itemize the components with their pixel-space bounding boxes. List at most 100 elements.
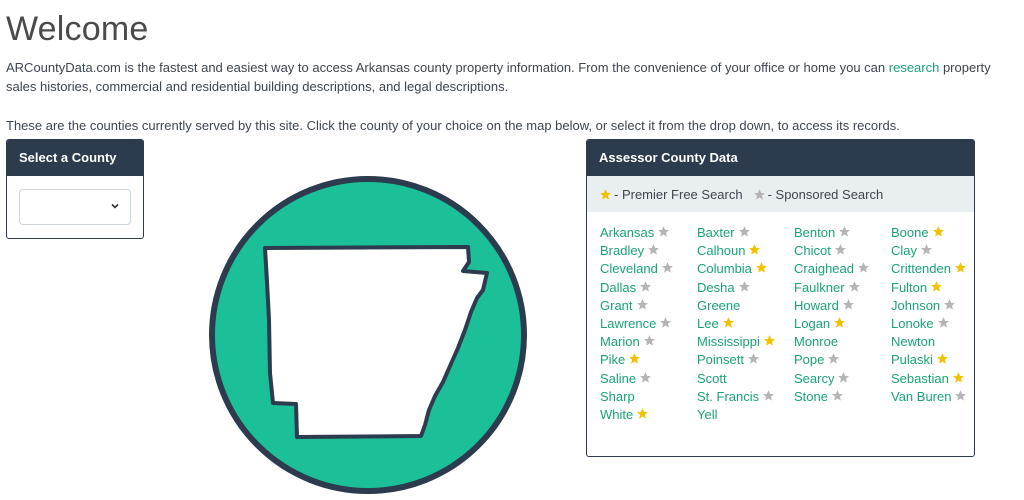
gray-star-icon [828,353,840,364]
county-link[interactable]: Searcy [794,370,891,388]
page-title: Welcome [6,10,149,48]
county-link[interactable]: Greene [697,297,794,315]
county-link[interactable]: Clay [891,242,970,260]
gray-star-icon [832,389,843,401]
instruction-text: These are the counties currently served … [6,118,900,133]
county-link[interactable]: Newton [891,333,970,351]
county-name: Cleveland [600,261,658,277]
county-link[interactable]: Sebastian [891,370,970,388]
county-link[interactable]: Pulaski [891,351,970,369]
county-link[interactable]: Howard [794,297,891,315]
county-link[interactable]: Pike [600,351,697,369]
county-link[interactable]: Sharp [600,388,697,406]
county-name: Columbia [697,261,752,277]
county-name: Boone [891,225,929,240]
county-name: Johnson [891,297,941,313]
county-name: Yell [697,406,718,422]
county-name: Crittenden [891,261,951,277]
county-link[interactable]: Chicot [794,242,891,260]
county-link[interactable]: Faulkner [794,279,891,297]
county-name: Sebastian [891,370,949,386]
county-link[interactable]: Logan [794,315,891,333]
gray-star-icon [838,371,850,383]
county-link[interactable]: Dallas [600,279,697,297]
county-name: Benton [794,225,836,240]
gold-star-icon [749,244,761,255]
county-link[interactable]: Poinsett [697,351,794,369]
county-name: Pulaski [891,352,933,368]
county-name: Grant [600,297,633,313]
county-name: Lonoke [891,315,934,331]
county-name: Dallas [600,279,637,295]
county-link[interactable]: Craighead [794,260,891,278]
county-link[interactable]: Cleveland [600,260,697,278]
assessor-county-data-panel: Assessor County Data - Premier Free Sear… [586,139,975,457]
gray-star-icon [636,298,648,310]
gold-star-icon [722,317,734,328]
county-name: Marion [600,334,640,350]
county-name: Newton [891,334,936,350]
county-link[interactable]: Calhoun [697,242,794,260]
county-name: Calhoun [697,243,746,259]
county-link[interactable]: Lee [697,315,794,333]
county-dropdown[interactable] [19,189,131,225]
gray-star-icon [842,298,854,310]
county-name: Arkansas [600,225,655,240]
gold-star-icon [637,407,649,419]
gray-star-icon [748,353,759,364]
county-link[interactable]: Van Buren [891,388,970,406]
gray-star-icon [834,244,846,255]
county-link[interactable]: Desha [697,279,794,297]
county-name: Howard [794,297,839,313]
county-link[interactable]: Marion [600,333,697,351]
research-link[interactable]: research [889,60,940,75]
gold-star-icon [952,371,964,383]
gray-star-icon [858,262,869,274]
county-name: Lee [697,315,719,331]
arkansas-map[interactable] [203,170,533,500]
county-link[interactable]: Pope [794,351,891,369]
gray-star-icon [738,226,750,237]
county-name: Craighead [794,261,854,277]
county-link[interactable]: Lonoke [891,315,970,333]
county-name: Sharp [600,388,635,404]
county-name: Mississippi [697,334,760,350]
county-name: Faulkner [794,279,845,295]
county-name: Chicot [794,243,831,259]
county-link[interactable]: Crittenden [891,260,970,278]
county-link[interactable]: Scott [697,370,794,388]
select-county-header: Select a County [7,140,143,176]
gray-star-icon [660,317,672,328]
county-link[interactable]: Boone [891,224,970,242]
county-link[interactable]: Columbia [697,260,794,278]
county-name: Monroe [794,334,839,350]
county-name: Bradley [600,243,645,259]
county-link[interactable]: Grant [600,297,697,315]
county-link[interactable]: Saline [600,370,697,388]
county-link[interactable]: Benton [794,224,891,242]
county-link[interactable]: Johnson [891,297,970,315]
gold-star-icon [834,317,846,328]
gray-star-icon [738,280,750,292]
county-link[interactable]: Mississippi [697,333,794,351]
gray-star-icon [658,226,670,237]
county-link[interactable]: Lawrence [600,315,697,333]
county-name: Clay [891,243,918,259]
county-link[interactable]: Yell [697,406,794,424]
county-link[interactable]: St. Francis [697,388,794,406]
county-link[interactable]: Fulton [891,279,970,297]
county-name: Pope [794,352,825,368]
county-link[interactable]: White [600,406,697,424]
county-name: White [600,406,634,422]
gray-star-icon [640,371,652,383]
gray-star-icon [763,389,775,401]
county-name: Van Buren [891,388,952,404]
county-link[interactable]: Stone [794,388,891,406]
county-link[interactable]: Monroe [794,333,891,351]
gold-star-icon [629,353,641,364]
county-link[interactable]: Bradley [600,242,697,260]
county-link[interactable]: Baxter [697,224,794,242]
select-county-panel: Select a County [6,139,144,239]
county-link[interactable]: Arkansas [600,224,697,242]
gold-star-icon [600,188,611,200]
